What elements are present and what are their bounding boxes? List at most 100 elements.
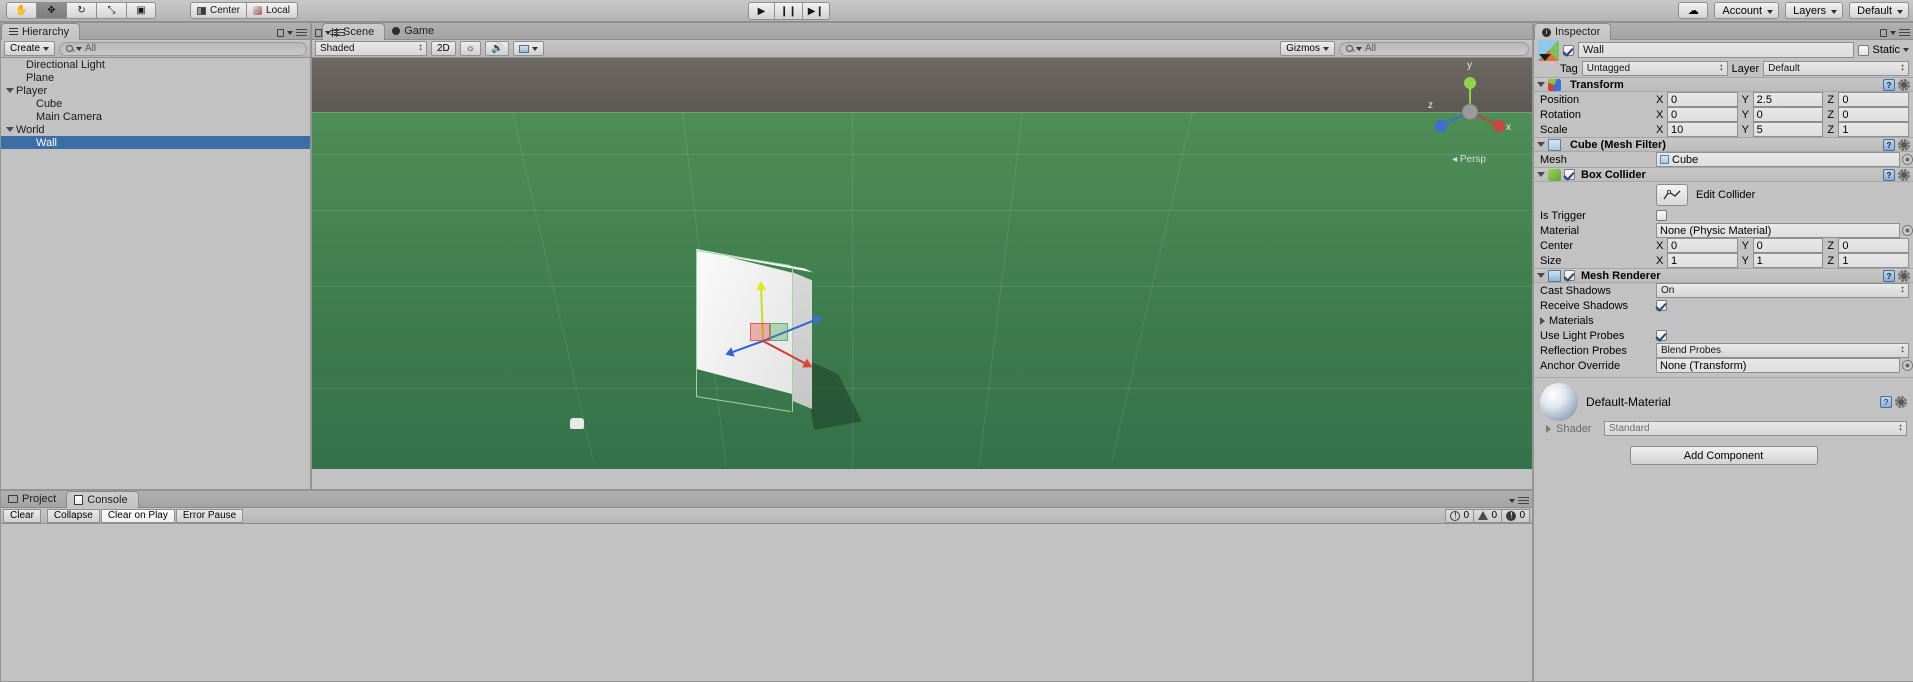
gear-icon[interactable] — [1898, 78, 1910, 91]
chevron-down-icon[interactable] — [325, 31, 331, 35]
lighting-toggle-button[interactable]: ☼ — [459, 41, 481, 56]
static-checkbox[interactable] — [1858, 44, 1870, 56]
use-light-probes-checkbox[interactable] — [1656, 330, 1667, 341]
cast-shadows-dropdown[interactable]: On — [1656, 283, 1909, 298]
gear-icon[interactable] — [1895, 396, 1907, 408]
component-header-transform[interactable]: Transform ? — [1534, 77, 1913, 92]
size-y-input[interactable]: 1 — [1752, 253, 1824, 268]
error-pause-button[interactable]: Error Pause — [175, 508, 244, 523]
console-tab-menu[interactable] — [1509, 497, 1529, 505]
reflection-probes-dropdown[interactable]: Blend Probes — [1656, 343, 1909, 358]
hierarchy-item-cube[interactable]: Cube — [1, 97, 310, 110]
lock-icon[interactable] — [277, 29, 284, 37]
move-tool[interactable]: ✥ — [36, 2, 66, 19]
collapse-button[interactable]: Collapse — [46, 508, 100, 523]
disclosure-triangle-icon[interactable] — [5, 123, 14, 136]
clear-on-play-button[interactable]: Clear on Play — [100, 508, 175, 523]
layout-dropdown[interactable]: Default — [1849, 2, 1909, 19]
effects-toggle-button[interactable] — [513, 41, 545, 56]
scene-orientation-gizmo[interactable]: y x z — [1428, 60, 1511, 152]
menu-icon[interactable] — [1899, 29, 1910, 37]
lock-icon[interactable] — [1880, 29, 1887, 37]
console-log-list[interactable] — [1, 524, 1532, 676]
position-y-input[interactable]: 2.5 — [1752, 92, 1824, 107]
help-icon[interactable]: ? — [1883, 138, 1895, 151]
account-dropdown[interactable]: Account — [1714, 2, 1780, 19]
scene-viewport[interactable]: y x z ◂ Persp — [312, 58, 1532, 469]
info-counter[interactable]: ! 0 — [1445, 508, 1474, 523]
cloud-button[interactable]: ☁ — [1678, 2, 1709, 19]
rotation-x-input[interactable]: 0 — [1667, 107, 1738, 122]
play-button[interactable]: ▶ — [748, 2, 774, 20]
gizmos-dropdown[interactable]: Gizmos — [1280, 41, 1335, 56]
edit-collider-button[interactable] — [1656, 184, 1688, 206]
lock-icon[interactable] — [315, 29, 322, 37]
help-icon[interactable]: ? — [1883, 168, 1895, 181]
component-header-box-collider[interactable]: Box Collider ? — [1534, 167, 1913, 182]
clear-button[interactable]: Clear — [3, 508, 41, 523]
gizmo-axis-x[interactable] — [762, 340, 815, 372]
hierarchy-item-directional-light[interactable]: Directional Light — [1, 58, 310, 71]
component-header-mesh-renderer[interactable]: Mesh Renderer ? — [1534, 268, 1913, 283]
physic-material-field[interactable]: None (Physic Material) — [1656, 223, 1900, 238]
tab-project[interactable]: Project — [1, 490, 66, 507]
center-y-input[interactable]: 0 — [1752, 238, 1824, 253]
chevron-right-icon[interactable] — [1540, 316, 1545, 325]
center-x-input[interactable]: 0 — [1667, 238, 1738, 253]
help-icon[interactable]: ? — [1883, 78, 1895, 91]
scale-tool[interactable]: ⤡ — [96, 2, 126, 19]
object-picker-icon[interactable] — [1902, 360, 1913, 371]
hierarchy-item-world[interactable]: World — [1, 123, 310, 136]
light-gizmo-icon[interactable] — [570, 418, 584, 429]
shading-mode-dropdown[interactable]: Shaded — [315, 41, 427, 56]
warning-counter[interactable]: 0 — [1473, 508, 1502, 523]
chevron-right-icon[interactable] — [1546, 424, 1551, 433]
inspector-tab-menu[interactable] — [1880, 29, 1910, 37]
transform-gizmo[interactable] — [723, 268, 840, 388]
pause-button[interactable]: ❙❙ — [774, 2, 802, 20]
gizmo-axis-x-negative[interactable] — [723, 340, 764, 360]
hand-tool[interactable]: ✋ — [6, 2, 36, 19]
chevron-down-icon[interactable] — [1890, 31, 1896, 35]
scale-z-input[interactable]: 1 — [1838, 122, 1910, 137]
hierarchy-item-plane[interactable]: Plane — [1, 71, 310, 84]
chevron-down-icon[interactable] — [287, 31, 293, 35]
receive-shadows-checkbox[interactable] — [1656, 300, 1667, 311]
layers-dropdown[interactable]: Layers — [1785, 2, 1844, 19]
add-component-button[interactable]: Add Component — [1629, 446, 1818, 465]
menu-icon[interactable] — [1518, 497, 1529, 505]
chevron-down-icon[interactable] — [1509, 499, 1515, 503]
box-collider-enabled-checkbox[interactable] — [1564, 169, 1575, 180]
rotate-tool[interactable]: ↻ — [66, 2, 96, 19]
step-button[interactable]: ▶❙ — [801, 2, 830, 20]
pivot-mode-button[interactable]: Center — [190, 2, 247, 19]
gear-icon[interactable] — [1898, 138, 1910, 151]
shader-dropdown[interactable]: Standard — [1604, 421, 1907, 436]
scene-search-input[interactable]: All — [1339, 41, 1529, 56]
mesh-renderer-enabled-checkbox[interactable] — [1564, 270, 1575, 281]
component-header-mesh-filter[interactable]: Cube (Mesh Filter) ? — [1534, 137, 1913, 152]
create-button[interactable]: Create — [4, 41, 56, 56]
pivot-rotation-button[interactable]: Local — [246, 2, 299, 19]
2d-toggle-button[interactable]: 2D — [431, 41, 456, 56]
position-x-input[interactable]: 0 — [1667, 92, 1738, 107]
chevron-down-icon[interactable] — [1537, 142, 1545, 147]
error-counter[interactable]: ! 0 — [1501, 508, 1530, 523]
scene-tab-menu-left[interactable] — [315, 29, 345, 37]
hierarchy-item-main-camera[interactable]: Main Camera — [1, 110, 310, 123]
help-icon[interactable]: ? — [1880, 396, 1892, 408]
chevron-down-icon[interactable] — [1537, 172, 1545, 177]
rect-tool[interactable]: ▣ — [126, 2, 156, 19]
materials-row[interactable]: Materials — [1534, 313, 1913, 328]
size-x-input[interactable]: 1 — [1667, 253, 1738, 268]
gear-icon[interactable] — [1898, 168, 1910, 181]
audio-toggle-button[interactable]: 🔊 — [484, 41, 510, 56]
center-z-input[interactable]: 0 — [1838, 238, 1910, 253]
hierarchy-item-wall[interactable]: Wall — [1, 136, 310, 149]
tab-game[interactable]: Game — [385, 22, 444, 39]
scale-x-input[interactable]: 10 — [1667, 122, 1738, 137]
menu-icon[interactable] — [296, 29, 307, 37]
tab-inspector[interactable]: i Inspector — [1534, 23, 1612, 40]
gizmo-plane-xy[interactable] — [750, 323, 770, 341]
mesh-object-field[interactable]: Cube — [1656, 152, 1900, 167]
